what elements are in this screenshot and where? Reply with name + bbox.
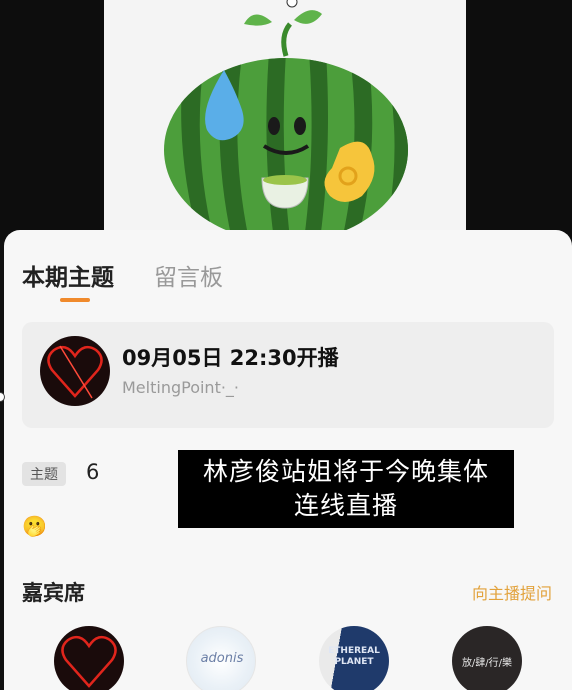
- host-name: MeltingPoint·_·: [122, 378, 240, 397]
- watermelon-mascot-icon: [164, 0, 408, 242]
- active-tab-indicator: [60, 298, 90, 302]
- subtitle-caption: 林彦俊站姐将于今晚集体 连线直播: [178, 450, 514, 528]
- tab-bar: 本期主题 留言板: [22, 258, 223, 292]
- host-avatar[interactable]: [40, 336, 110, 406]
- hero-panel: [104, 0, 466, 242]
- guest-label-2: adonis: [200, 651, 244, 666]
- live-start-time: 09月05日 22:30开播: [122, 346, 339, 370]
- guests-title: 嘉宾席: [22, 581, 85, 605]
- guest-avatar-3[interactable]: ETHEREAL PLANET: [319, 626, 389, 690]
- ask-host-link[interactable]: 向主播提问: [472, 580, 552, 604]
- caption-line-1: 林彦俊站姐将于今晚集体: [202, 457, 489, 486]
- topic-badge: 主题: [22, 462, 66, 486]
- guest-avatar-4[interactable]: 放/肆/行/樂: [452, 626, 522, 690]
- tab-message-board[interactable]: 留言板: [154, 258, 223, 292]
- caption-line-2: 连线直播: [293, 491, 398, 520]
- guest-label-4: 放/肆/行/樂: [461, 658, 513, 669]
- hand-over-mouth-emoji-icon: 🫢: [22, 514, 47, 538]
- guest-label-3: ETHEREAL PLANET: [328, 646, 380, 667]
- tab-current-topic[interactable]: 本期主题: [22, 258, 114, 292]
- topic-count: 6: [86, 460, 100, 484]
- live-schedule-card[interactable]: 09月05日 22:30开播 MeltingPoint·_·: [22, 322, 554, 428]
- heart-icon: [47, 345, 103, 399]
- guest-avatar-1[interactable]: [54, 626, 124, 690]
- guest-avatar-2[interactable]: adonis: [186, 626, 256, 690]
- heart-icon: [61, 635, 117, 688]
